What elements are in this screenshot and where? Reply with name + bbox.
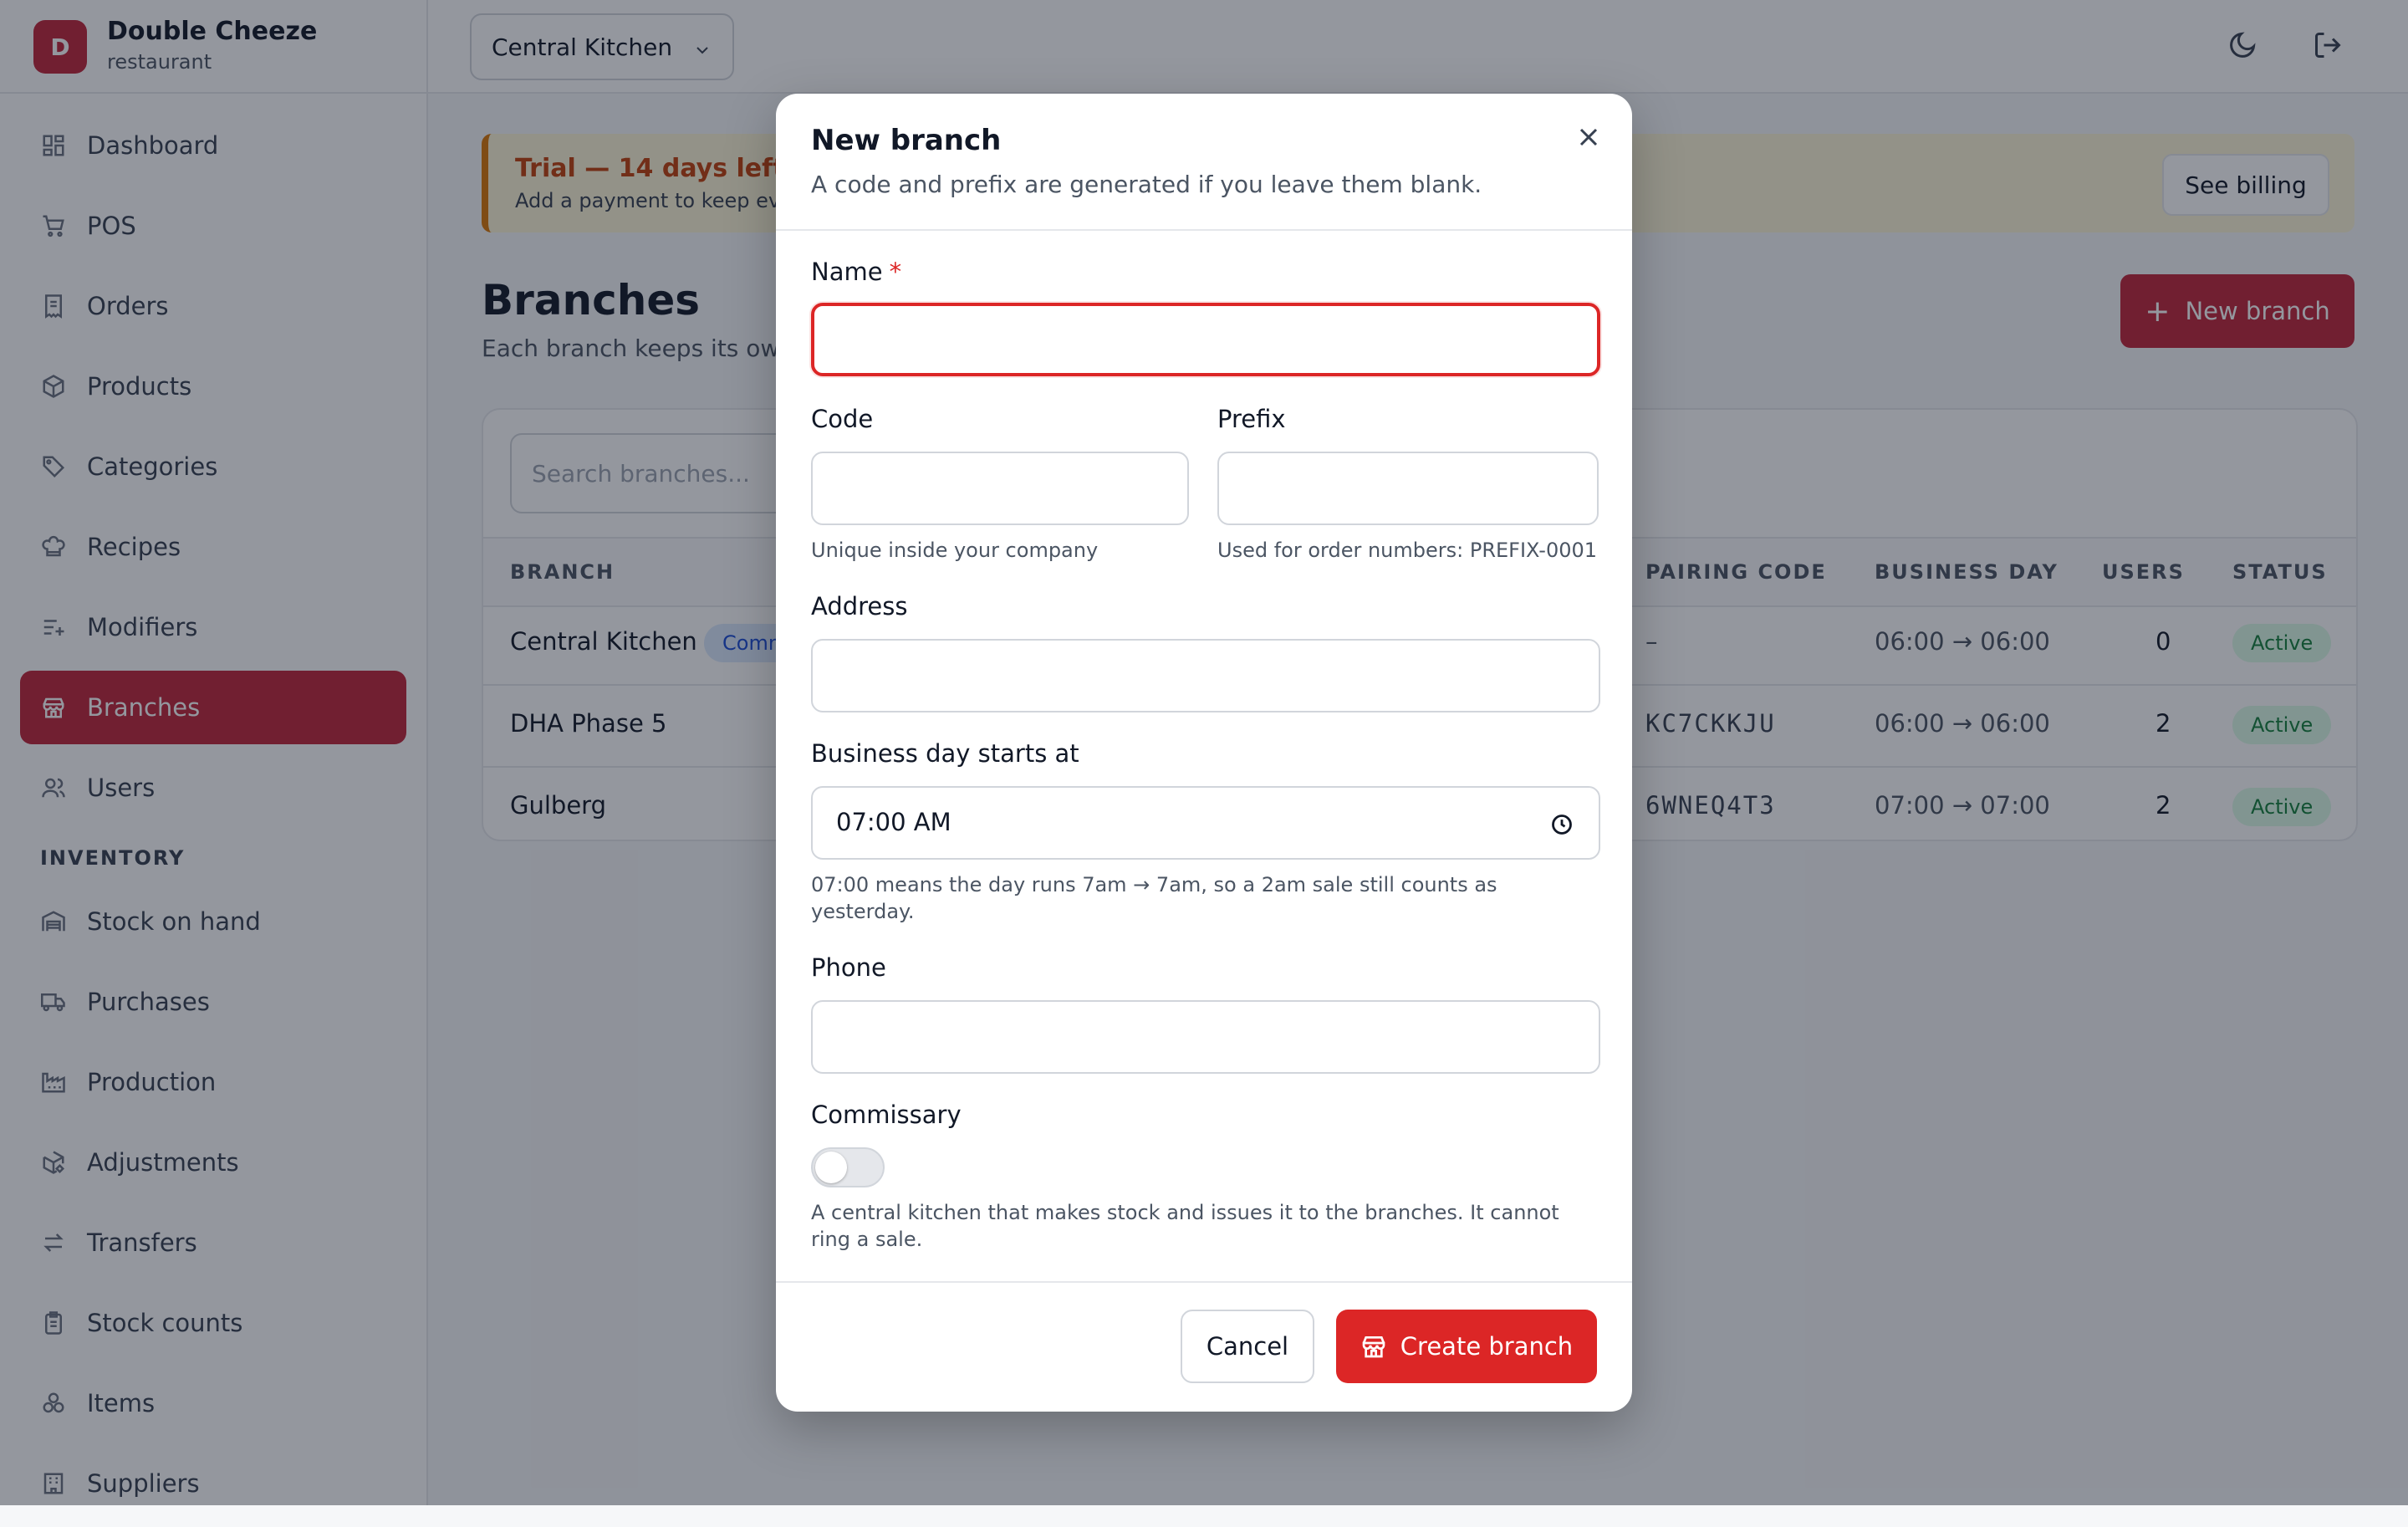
business-day-hint: 07:00 means the day runs 7am → 7am, so a… xyxy=(811,873,1497,923)
create-branch-label: Create branch xyxy=(1400,1332,1574,1361)
clock-icon[interactable] xyxy=(1550,813,1574,836)
business-day-time-input[interactable]: 07:00 AM xyxy=(811,786,1600,860)
new-branch-dialog: New branch A code and prefix are generat… xyxy=(776,94,1632,1412)
commissary-hint: A central kitchen that makes stock and i… xyxy=(811,1201,1559,1251)
toggle-knob xyxy=(815,1152,847,1183)
code-field[interactable] xyxy=(811,452,1189,525)
phone-label: Phone xyxy=(811,953,886,982)
create-branch-button[interactable]: Create branch xyxy=(1336,1310,1597,1383)
dialog-subtitle: A code and prefix are generated if you l… xyxy=(811,171,1482,198)
dialog-footer-divider xyxy=(776,1281,1632,1283)
store-icon xyxy=(1360,1333,1387,1360)
required-mark: * xyxy=(889,258,902,286)
name-label-text: Name xyxy=(811,258,883,286)
cancel-button[interactable]: Cancel xyxy=(1181,1310,1314,1383)
prefix-label: Prefix xyxy=(1217,405,1286,433)
address-field[interactable] xyxy=(811,639,1600,712)
name-label: Name * xyxy=(811,258,901,286)
address-label: Address xyxy=(811,592,908,621)
app-root: D Double Cheeze restaurant Dashboard POS… xyxy=(0,0,2408,1505)
name-field[interactable] xyxy=(811,303,1600,376)
close-icon[interactable] xyxy=(1574,122,1604,152)
commissary-toggle[interactable] xyxy=(811,1147,885,1187)
business-day-value: 07:00 AM xyxy=(836,808,951,836)
prefix-hint: Used for order numbers: PREFIX-0001 xyxy=(1217,539,1598,562)
dialog-header-divider xyxy=(776,229,1632,231)
prefix-field[interactable] xyxy=(1217,452,1599,525)
code-hint: Unique inside your company xyxy=(811,539,1099,562)
business-day-label: Business day starts at xyxy=(811,739,1079,768)
phone-field[interactable] xyxy=(811,1000,1600,1074)
code-label: Code xyxy=(811,405,874,433)
commissary-label: Commissary xyxy=(811,1101,962,1129)
dialog-title: New branch xyxy=(811,124,1002,157)
